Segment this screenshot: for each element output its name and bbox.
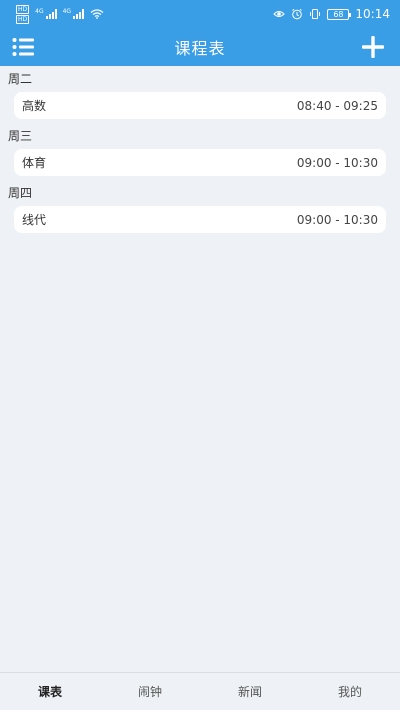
course-time: 09:00 - 10:30 [296,155,378,170]
nav-tab-news[interactable]: 新闻 [200,683,300,700]
schedule-list: 周二 高数 08:40 - 09:25 周三 体育 09:00 - 10:30 … [0,66,400,237]
status-right: 68 10:14 [273,7,390,21]
course-time: 08:40 - 09:25 [296,98,378,113]
course-name: 线代 [22,213,47,227]
day-header: 周四 [8,186,33,200]
course-card[interactable]: 高数 08:40 - 09:25 [14,92,386,119]
course-name: 体育 [22,156,47,170]
battery-indicator: 68 [327,8,352,20]
course-time: 09:00 - 10:30 [296,212,378,227]
nav-tab-alarm[interactable]: 闹钟 [100,683,200,700]
nav-tab-profile[interactable]: 我的 [300,683,400,700]
alarm-icon [292,8,303,20]
nav-tab-schedule[interactable]: 课表 [0,683,100,700]
day-group: 周二 高数 08:40 - 09:25 [0,66,400,119]
signal-1: 4G [35,8,57,19]
status-time: 10:14 [355,7,390,21]
app-bar: 课程表 [0,28,400,66]
eye-icon [273,11,286,17]
sim-tag-1: HD [16,4,30,14]
screen: HD HD 4G 4G 68 10:14 课程表 周二 高数 08:40 - 0… [0,0,400,710]
network-label-2: 4G [62,8,72,15]
signal-2: 4G [62,8,85,19]
day-header: 周三 [8,129,33,143]
network-label-1: 4G [35,8,44,15]
bottom-nav: 课表 闹钟 新闻 我的 [0,672,400,710]
status-bar: HD HD 4G 4G 68 10:14 [0,0,400,28]
day-header: 周二 [8,72,33,86]
course-card[interactable]: 线代 09:00 - 10:30 [14,206,386,233]
day-group: 周四 线代 09:00 - 10:30 [0,180,400,233]
page-title: 课程表 [174,39,226,58]
day-group: 周三 体育 09:00 - 10:30 [0,123,400,176]
wifi-icon [90,9,104,19]
sim-tag-2: HD [16,14,30,24]
plus-icon[interactable] [361,35,385,59]
sim-indicator: HD HD [16,4,30,24]
course-card[interactable]: 体育 09:00 - 10:30 [14,149,386,176]
list-menu-icon[interactable] [12,37,34,57]
vibrate-icon [310,9,321,19]
signal-bars-icon [73,9,85,19]
course-name: 高数 [22,99,47,113]
signal-bars-icon [45,9,57,19]
status-left: HD HD 4G 4G [16,4,104,24]
